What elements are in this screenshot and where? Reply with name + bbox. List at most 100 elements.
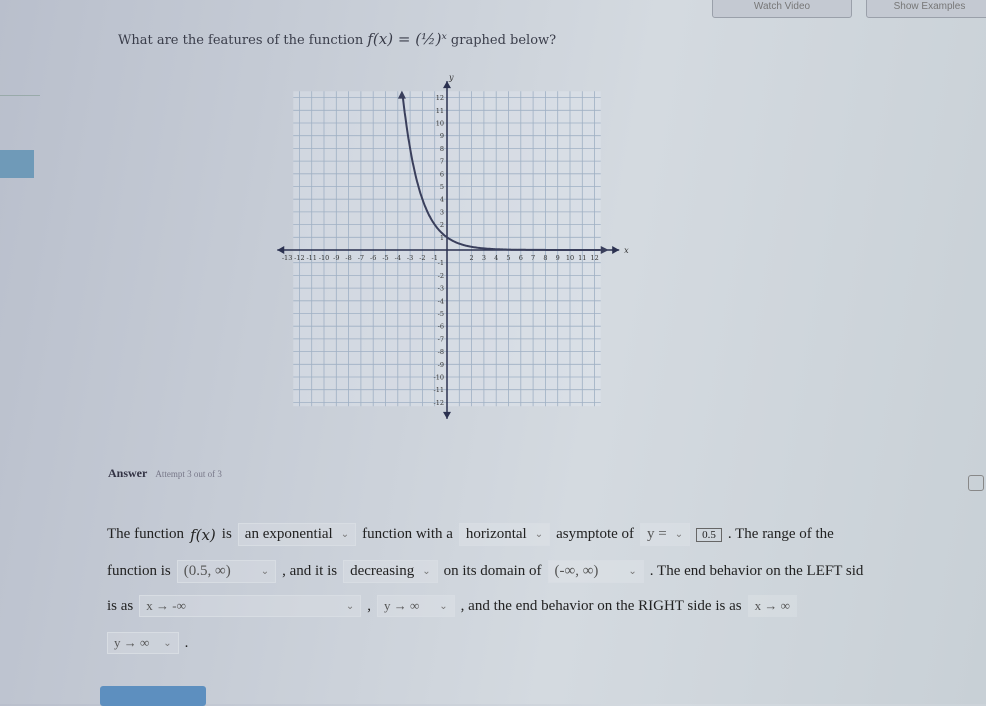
y-tick-label: 11 [436, 107, 444, 115]
divider [0, 95, 40, 96]
x-tick-label: 2 [470, 254, 474, 262]
chevron-down-icon: ⌄ [422, 566, 431, 577]
submit-button[interactable] [100, 686, 206, 706]
y-tick-label: -8 [438, 348, 444, 356]
y-axis-arrow-up [443, 81, 451, 89]
answer-header: Answer Attempt 3 out of 3 [108, 466, 222, 481]
select-value: y = [647, 526, 667, 542]
text: , and it is [282, 563, 338, 579]
text: The function [107, 526, 185, 542]
right-x-select[interactable]: x → ∞ [747, 595, 797, 617]
y-tick-label: -1 [438, 259, 444, 267]
text: . The end behavior on the LEFT sid [649, 563, 864, 579]
y-tick-label: 8 [440, 145, 444, 153]
text: asymptote of [556, 526, 635, 542]
x-tick-label: 3 [482, 254, 486, 262]
select-value: decreasing [350, 563, 415, 579]
chevron-down-icon: ⌄ [345, 600, 355, 612]
y-tick-label: -2 [438, 272, 444, 280]
text: . [184, 634, 189, 651]
y-tick-label: 10 [436, 120, 444, 128]
y-tick-label: -10 [434, 374, 444, 382]
x-tick-label: -10 [319, 254, 329, 262]
x-tick-label: -13 [282, 254, 292, 262]
direction-select[interactable]: decreasing ⌄ [343, 560, 438, 583]
side-button[interactable] [968, 475, 984, 491]
x-tick-label: 8 [543, 254, 547, 262]
x-tick-label: 4 [494, 254, 498, 262]
y-tick-label: -6 [438, 323, 444, 331]
x-tick-label: 12 [590, 254, 598, 262]
x-tick-label: 7 [531, 254, 535, 262]
select-value: horizontal [465, 526, 527, 542]
sentence-line-3: is as x → -∞ ⌄ , y → ∞ ⌄ , and the end beh… [107, 595, 797, 617]
x-axis-arrow-right [612, 246, 620, 254]
chevron-down-icon: ⌄ [439, 600, 448, 612]
x-tick-label: -12 [294, 254, 304, 262]
right-y-select[interactable]: y → ∞ ⌄ [107, 632, 179, 654]
sentence-line-4: y → ∞ ⌄ . [107, 632, 188, 654]
x-tick-label: -3 [407, 254, 413, 262]
watch-video-button[interactable]: Watch Video [712, 0, 852, 18]
x-tick-label: -2 [419, 254, 425, 262]
text: is as [107, 597, 134, 614]
y-axis-arrow-down [443, 411, 451, 419]
select-value: x → ∞ [754, 598, 790, 613]
question-prefix: What are the features of the function [118, 33, 364, 48]
chevron-down-icon: ⌄ [340, 529, 350, 540]
y-tick-label: -7 [438, 335, 444, 343]
function-type-select[interactable]: an exponential ⌄ [237, 523, 357, 546]
x-tick-label: -8 [345, 254, 351, 262]
question-function: f(x) = (½)ˣ [367, 30, 447, 48]
side-tab[interactable] [0, 150, 34, 178]
x-tick-label: -11 [306, 254, 316, 262]
question-text: What are the features of the function f(… [118, 30, 556, 48]
x-tick-label: 6 [519, 254, 523, 262]
text: on its domain of [443, 563, 542, 579]
x-axis-arrow-left [277, 246, 285, 254]
chevron-down-icon: ⌄ [674, 529, 684, 540]
asymptote-value-input[interactable]: 0.5 [696, 527, 722, 542]
x-tick-label: -6 [370, 254, 376, 262]
y-tick-label: -4 [438, 297, 444, 305]
sentence-line-1: The function f(x) is an exponential ⌄ fun… [107, 523, 834, 546]
domain-select[interactable]: (-∞, ∞) ⌄ [547, 560, 644, 583]
x-tick-label: -5 [382, 254, 388, 262]
x-tick-label: 5 [506, 254, 510, 262]
text: , and the end behavior on the RIGHT side… [460, 597, 742, 614]
y-tick-label: 4 [440, 196, 444, 204]
curve-arrow-right [600, 245, 609, 254]
sentence-line-2: function is (0.5, ∞) ⌄ , and it is decrea… [107, 560, 863, 583]
y-tick-label: 12 [436, 94, 444, 102]
y-tick-label: -11 [434, 386, 444, 394]
y-tick-label: -3 [438, 285, 444, 293]
y-tick-label: 6 [440, 170, 444, 178]
text: function is [107, 563, 171, 579]
function-notation: f(x) [190, 525, 216, 544]
select-value: (0.5, ∞) [183, 563, 231, 579]
x-tick-label: 10 [566, 254, 574, 262]
x-tick-label: -9 [333, 254, 339, 262]
x-tick-label: -7 [358, 254, 364, 262]
chevron-down-icon: ⌄ [628, 566, 637, 577]
show-examples-button[interactable]: Show Examples [866, 0, 986, 18]
y-tick-label: 2 [440, 221, 444, 229]
y-tick-label: 5 [440, 183, 444, 191]
text: , [367, 597, 371, 614]
text: function with a [362, 526, 453, 542]
chevron-down-icon: ⌄ [163, 637, 172, 649]
question-suffix: graphed below? [450, 33, 557, 48]
chevron-down-icon: ⌄ [534, 529, 544, 540]
left-x-select[interactable]: x → -∞ ⌄ [139, 595, 362, 617]
function-graph: xy-13 -12 -11 -10 -9 -8 -7 -6 -5 -4 -3 -2 -1 2 3 4 5 6 7 8 9… [277, 75, 629, 419]
select-value: y → ∞ [384, 598, 420, 613]
y-tick-label: 3 [440, 208, 444, 216]
text: is [221, 526, 232, 542]
left-y-select[interactable]: y → ∞ ⌄ [377, 595, 455, 617]
show-examples-label: Show Examples [893, 0, 966, 12]
asymptote-equation-select[interactable]: y = ⌄ [640, 523, 691, 546]
asymptote-type-select[interactable]: horizontal ⌄ [458, 523, 551, 546]
x-tick-label: 11 [578, 254, 586, 262]
range-select[interactable]: (0.5, ∞) ⌄ [176, 560, 277, 583]
attempt-counter: Attempt 3 out of 3 [155, 469, 222, 479]
